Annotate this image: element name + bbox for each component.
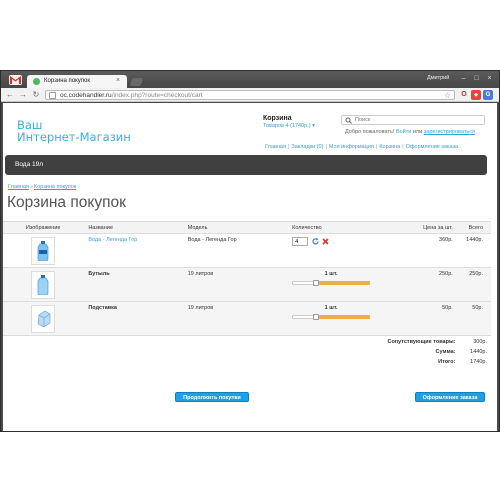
remove-icon[interactable]: [322, 238, 329, 245]
table-row: Вода - Легенда Гор Вода - Легенда Гор 36…: [3, 233, 491, 268]
page-info-icon[interactable]: [49, 92, 56, 99]
product-price: 50р.: [392, 301, 453, 336]
login-link[interactable]: Войти: [396, 129, 411, 135]
slider-handle[interactable]: [313, 280, 320, 286]
water-bottle-icon: [37, 241, 49, 261]
quantity-slider[interactable]: [292, 280, 371, 286]
product-price: 250р.: [392, 267, 453, 302]
category-menu: Вода 19л: [5, 155, 487, 175]
star-icon[interactable]: ☆: [444, 91, 451, 100]
header-quantity: Количество: [288, 221, 393, 234]
opera-extension-icon[interactable]: O: [459, 90, 469, 100]
product-name-link[interactable]: Вода - Легенда Гор: [88, 237, 137, 243]
water-bottle-icon: [37, 275, 49, 295]
back-arrow-icon[interactable]: ←: [5, 90, 15, 100]
reload-icon[interactable]: ↻: [31, 90, 41, 100]
header-total: Всего: [452, 221, 491, 234]
header-name: Название: [83, 221, 186, 234]
page-viewport: Ваш Интернет-Магазин Корзина Товаров 4 (…: [3, 103, 497, 431]
cart-widget-title: Корзина: [263, 115, 292, 122]
slider-fill: [319, 281, 371, 285]
related-label: Сопутствующие товары:: [387, 339, 456, 345]
product-name: Подставка: [83, 301, 186, 336]
product-total: 50р.: [452, 301, 491, 336]
table-row: Подставка 19 литров 1 шт. 50р. 50р.: [3, 301, 491, 336]
chevron-down-icon: ▾: [312, 123, 315, 129]
page-title: Корзина покупок: [7, 194, 126, 211]
product-name: Бутыль: [83, 267, 186, 302]
slider-track: [292, 315, 316, 319]
link-checkout[interactable]: Оформление заказа: [406, 144, 458, 150]
product-thumbnail[interactable]: [31, 271, 56, 299]
store-logo[interactable]: Ваш Интернет-Магазин: [17, 119, 131, 143]
link-home[interactable]: Главная: [265, 144, 286, 150]
browser-toolbar: ← → ↻ oc.codehandler.ru/index.php?route=…: [1, 88, 499, 102]
site-favicon-icon: [33, 78, 40, 85]
slider-track: [292, 281, 316, 285]
forward-arrow-icon[interactable]: →: [18, 90, 28, 100]
tab-cart[interactable]: Корзина покупок ×: [27, 75, 127, 88]
cart-totals: Сопутствующие товары: 300р. Сумма: 1440р…: [387, 339, 487, 369]
product-model: 19 литров: [185, 301, 289, 336]
cart-widget[interactable]: Корзина Товаров 4 (1740р.) ▾: [263, 115, 315, 129]
slider-handle[interactable]: [313, 314, 320, 320]
bottle-stand-icon: [37, 310, 51, 328]
close-tab-icon[interactable]: ×: [116, 77, 120, 84]
quantity-label: 1 шт.: [324, 305, 338, 311]
breadcrumb-home[interactable]: Главная: [8, 184, 29, 190]
product-model: 19 литров: [185, 267, 289, 302]
header-image: Изображение: [3, 221, 84, 234]
table-row: Бутыль 19 литров 1 шт. 250р. 250р.: [3, 267, 491, 302]
total-label: Итого:: [438, 359, 456, 365]
product-total: 250р.: [452, 267, 491, 302]
product-price: 360р.: [392, 233, 453, 268]
sum-label: Сумма:: [435, 349, 456, 355]
header-price: Цена за шт.: [392, 221, 453, 234]
link-wishlist[interactable]: Закладки (0): [291, 144, 323, 150]
address-url[interactable]: oc.codehandler.ru/index.php?route=checko…: [60, 92, 203, 99]
refresh-icon[interactable]: [312, 238, 319, 245]
related-value: 300р.: [473, 339, 487, 345]
quantity-label: 1 шт.: [324, 271, 338, 277]
link-account[interactable]: Моя информация: [329, 144, 374, 150]
minimize-icon[interactable]: –: [459, 74, 468, 83]
logo-line-2: Интернет-Магазин: [17, 130, 131, 144]
total-value: 1740р.: [470, 359, 487, 365]
search-input[interactable]: [355, 117, 475, 123]
tab-title: Корзина покупок: [44, 78, 91, 84]
address-bar[interactable]: oc.codehandler.ru/index.php?route=checko…: [45, 90, 455, 100]
profile-name[interactable]: Дмитрий: [427, 75, 449, 81]
breadcrumb-cart[interactable]: Корзина покупок: [34, 184, 76, 190]
continue-shopping-button[interactable]: Продолжить покупки: [175, 392, 249, 402]
top-links: Главная | Закладки (0) | Моя информация | Корз…: [265, 144, 459, 150]
new-tab-button[interactable]: [129, 78, 144, 86]
title-bar: Корзина покупок × Дмитрий – □ ×: [1, 71, 499, 88]
header-model: Модель: [185, 221, 289, 234]
menu-item-water[interactable]: Вода 19л: [15, 161, 43, 168]
quantity-slider[interactable]: [292, 314, 371, 320]
slider-fill: [319, 315, 371, 319]
breadcrumb: Главная»Корзина покупок: [8, 184, 77, 190]
product-thumbnail[interactable]: [31, 305, 56, 333]
quantity-input[interactable]: [292, 237, 309, 246]
search-box[interactable]: [341, 115, 485, 125]
product-thumbnail[interactable]: [31, 237, 56, 265]
cart-widget-summary[interactable]: Товаров 4 (1740р.) ▾: [263, 123, 315, 129]
search-icon[interactable]: [345, 117, 352, 124]
table-header-row: Изображение Название Модель Количество Ц…: [3, 221, 491, 234]
product-total: 1440р.: [452, 233, 491, 268]
maximize-icon[interactable]: □: [472, 74, 481, 83]
welcome-text: Добро пожаловать! Войти или зарегистриро…: [345, 129, 475, 135]
register-link[interactable]: зарегистрироваться: [424, 129, 475, 135]
close-window-icon[interactable]: ×: [485, 74, 494, 83]
translate-icon[interactable]: G: [483, 90, 493, 100]
sum-value: 1440р.: [470, 349, 487, 355]
product-model: Вода - Легенда Гор: [185, 233, 289, 268]
browser-window: Корзина покупок × Дмитрий – □ × ← → ↻ oc…: [0, 70, 500, 432]
cart-table: Изображение Название Модель Количество Ц…: [3, 221, 491, 336]
checkout-button[interactable]: Оформление заказа: [415, 392, 485, 402]
link-cart[interactable]: Корзина: [379, 144, 400, 150]
gmail-icon[interactable]: [9, 75, 22, 85]
extension-icon[interactable]: ◆: [471, 90, 481, 100]
